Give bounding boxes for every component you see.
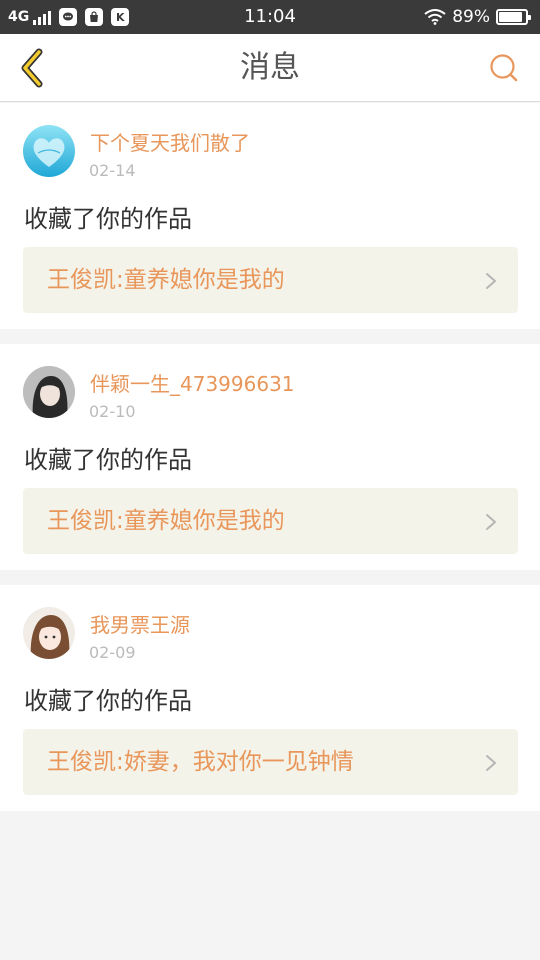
action-text: 收藏了你的作品 (24, 205, 192, 233)
message-date: 02-10 (89, 402, 136, 421)
message-card: 我男票王源 02-09 收藏了你的作品 王俊凯:娇妻，我对你一见钟情 (0, 585, 540, 811)
app-header: 消息 (0, 34, 540, 102)
work-link[interactable]: 王俊凯:童养媳你是我的 (23, 488, 518, 554)
message-card: 伴颖一生_473996631 02-10 收藏了你的作品 王俊凯:童养媳你是我的 (0, 344, 540, 570)
action-text: 收藏了你的作品 (24, 446, 192, 474)
chevron-right-icon (486, 273, 496, 289)
work-title: 王俊凯:娇妻，我对你一见钟情 (47, 749, 354, 775)
search-icon (490, 54, 518, 82)
page-title: 消息 (240, 50, 300, 85)
battery-icon (496, 9, 531, 25)
avatar[interactable] (23, 366, 75, 418)
status-right-icons: 89% (424, 0, 531, 34)
username[interactable]: 下个夏天我们散了 (90, 127, 250, 156)
message-date: 02-09 (89, 643, 136, 662)
work-link[interactable]: 王俊凯:娇妻，我对你一见钟情 (23, 729, 518, 795)
chevron-right-icon (486, 514, 496, 530)
work-link[interactable]: 王俊凯:童养媳你是我的 (23, 247, 518, 313)
username[interactable]: 我男票王源 (90, 609, 190, 638)
message-date: 02-14 (89, 161, 136, 180)
status-bar: 4G K 11:04 89% (0, 0, 540, 34)
battery-percent: 89% (452, 7, 490, 27)
chevron-right-icon (486, 755, 496, 771)
action-text: 收藏了你的作品 (24, 687, 192, 715)
wifi-icon (424, 9, 446, 25)
search-button[interactable] (484, 48, 524, 88)
message-card: 下个夏天我们散了 02-14 收藏了你的作品 王俊凯:童养媳你是我的 (0, 103, 540, 329)
avatar[interactable] (23, 125, 75, 177)
username[interactable]: 伴颖一生_473996631 (90, 368, 295, 397)
work-title: 王俊凯:童养媳你是我的 (47, 508, 285, 534)
message-list: 下个夏天我们散了 02-14 收藏了你的作品 王俊凯:童养媳你是我的 伴颖一生_… (0, 103, 540, 811)
avatar[interactable] (23, 607, 75, 659)
work-title: 王俊凯:童养媳你是我的 (47, 267, 285, 293)
